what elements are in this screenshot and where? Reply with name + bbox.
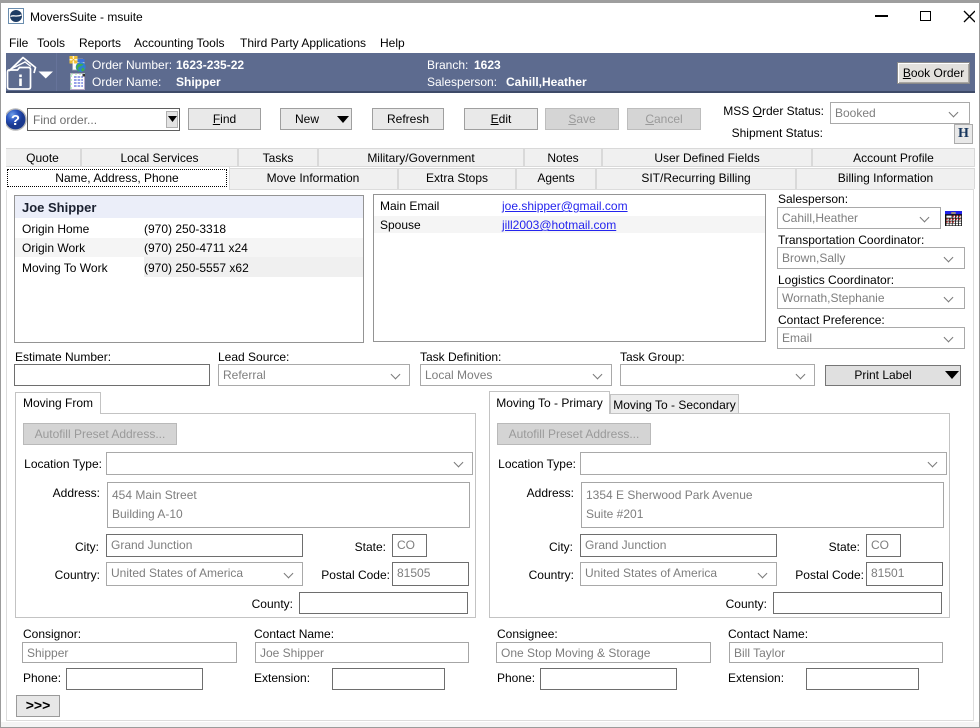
svg-text:?: ? (11, 112, 20, 129)
